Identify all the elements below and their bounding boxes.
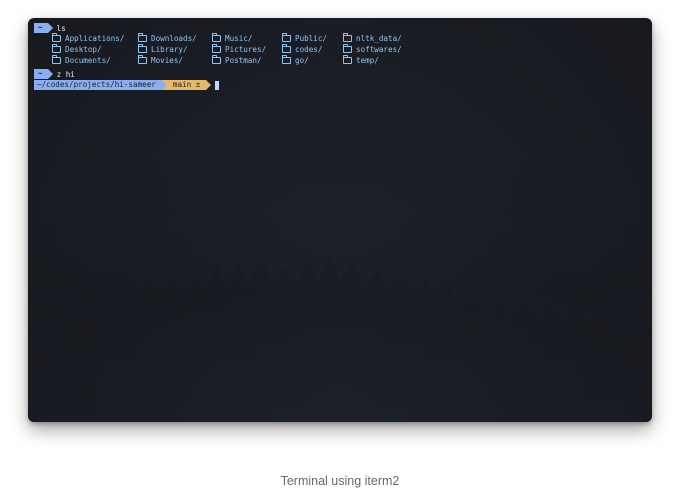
- folder-icon: [52, 33, 61, 42]
- prompt-line-1: ~ ls: [34, 23, 66, 34]
- directory-item: Documents/: [52, 55, 111, 65]
- folder-icon: [282, 33, 291, 42]
- directory-item: Library/: [138, 44, 188, 54]
- directory-item: Downloads/: [138, 33, 197, 43]
- prompt-home-tag: ~: [34, 69, 53, 79]
- directory-item: Pictures/: [212, 44, 266, 54]
- figure-caption: Terminal using iterm2: [280, 474, 400, 488]
- prompt-line-2: ~ z hi: [34, 69, 75, 80]
- folder-icon: [212, 44, 221, 53]
- text-cursor[interactable]: [215, 81, 220, 90]
- branch-name: main ±: [172, 80, 201, 89]
- terminal-window[interactable]: ~ ls Applications/ Downloads/ Music/ Publ…: [28, 18, 652, 422]
- current-path-segment: ~/codes/projects/hi-sameer: [34, 80, 167, 90]
- page: ~ ls Applications/ Downloads/ Music/ Publ…: [0, 0, 680, 490]
- directory-item: codes/: [282, 44, 322, 54]
- directory-item: go/: [282, 55, 309, 65]
- directory-item: softwares/: [343, 44, 402, 54]
- directory-item: nltk_data/: [343, 33, 402, 43]
- command-z: z hi: [56, 70, 75, 79]
- folder-icon: [282, 55, 291, 64]
- prompt-home-tag: ~: [34, 23, 53, 33]
- forest-background: [28, 162, 652, 422]
- folder-icon: [212, 55, 221, 64]
- directory-item: Postman/: [212, 55, 262, 65]
- directory-item: Public/: [282, 33, 327, 43]
- folder-icon: [212, 33, 221, 42]
- folder-icon: [343, 55, 352, 64]
- directory-item: Desktop/: [52, 44, 102, 54]
- directory-item: temp/: [343, 55, 379, 65]
- folder-icon: [138, 55, 147, 64]
- folder-icon: [343, 33, 352, 42]
- folder-icon: [138, 33, 147, 42]
- directory-item: Movies/: [138, 55, 183, 65]
- folder-icon: [52, 44, 61, 53]
- active-prompt-line[interactable]: ~/codes/projects/hi-sameer main ±: [34, 80, 220, 91]
- directory-item: Music/: [212, 33, 252, 43]
- directory-item: Applications/: [52, 33, 124, 43]
- folder-icon: [282, 44, 291, 53]
- folder-icon: [343, 44, 352, 53]
- git-branch-segment: main ±: [161, 80, 212, 90]
- command-ls: ls: [56, 24, 66, 33]
- folder-icon: [52, 55, 61, 64]
- folder-icon: [138, 44, 147, 53]
